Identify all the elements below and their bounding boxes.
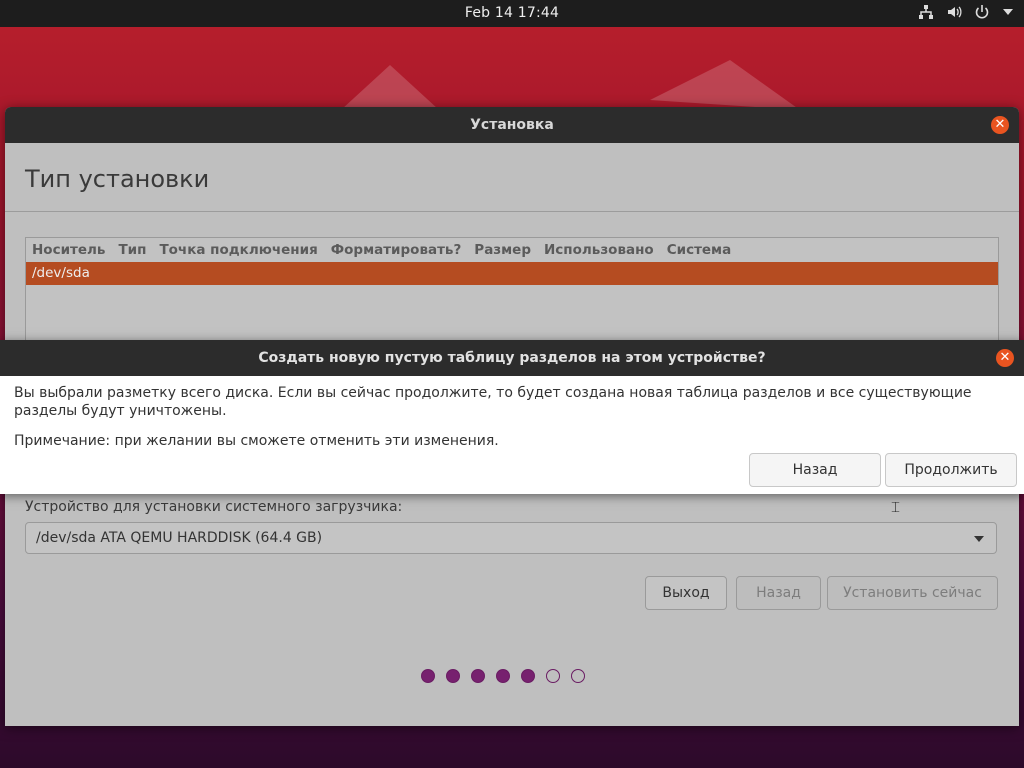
dialog-titlebar[interactable]: Создать новую пустую таблицу разделов на…	[0, 340, 1024, 376]
power-icon[interactable]	[974, 4, 990, 20]
divider	[5, 211, 1019, 212]
dialog-title: Создать новую пустую таблицу разделов на…	[258, 350, 766, 366]
device-cell: /dev/sda	[32, 265, 90, 281]
progress-dot-filled	[521, 669, 535, 683]
volume-icon[interactable]	[946, 4, 962, 20]
window-close-button[interactable]: ✕	[991, 116, 1009, 134]
window-titlebar[interactable]: Установка ✕	[5, 107, 1019, 143]
bootloader-value: /dev/sda ATA QEMU HARDDISK (64.4 GB)	[36, 530, 323, 546]
column-header[interactable]: Тип	[118, 242, 146, 258]
window-title: Установка	[470, 117, 554, 133]
dialog-back-button[interactable]: Назад	[749, 453, 881, 487]
clock[interactable]: Feb 14 17:44	[0, 5, 1024, 21]
menu-down-icon[interactable]	[1002, 6, 1014, 18]
close-icon: ✕	[999, 350, 1011, 365]
progress-dot-filled	[446, 669, 460, 683]
quit-button[interactable]: Выход	[645, 576, 727, 610]
table-row[interactable]: /dev/sda	[26, 262, 998, 285]
progress-dot-filled	[496, 669, 510, 683]
page-title: Тип установки	[25, 165, 210, 193]
dialog-message: Вы выбрали разметку всего диска. Если вы…	[14, 385, 972, 419]
back-button[interactable]: Назад	[736, 576, 821, 610]
progress-dots	[421, 669, 585, 683]
system-tray[interactable]	[918, 4, 1014, 20]
partition-table[interactable]: Носитель Тип Точка подключения Форматиро…	[25, 237, 999, 349]
text-cursor-icon: ⌶	[891, 498, 901, 516]
dropdown-arrow-icon	[974, 536, 984, 542]
close-icon: ✕	[994, 117, 1006, 132]
column-header[interactable]: Использовано	[544, 242, 654, 258]
column-header[interactable]: Точка подключения	[159, 242, 317, 258]
progress-dot-empty	[546, 669, 560, 683]
install-now-button[interactable]: Установить сейчас	[827, 576, 998, 610]
confirm-dialog: Создать новую пустую таблицу разделов на…	[0, 340, 1024, 494]
column-header[interactable]: Форматировать?	[331, 242, 462, 258]
column-header[interactable]: Размер	[474, 242, 531, 258]
progress-dot-filled	[471, 669, 485, 683]
progress-dot-empty	[571, 669, 585, 683]
dialog-note: Примечание: при желании вы сможете отмен…	[14, 433, 499, 449]
dialog-close-button[interactable]: ✕	[996, 349, 1014, 367]
top-bar: Feb 14 17:44	[0, 0, 1024, 27]
bootloader-select[interactable]: /dev/sda ATA QEMU HARDDISK (64.4 GB)	[25, 522, 997, 554]
table-header: Носитель Тип Точка подключения Форматиро…	[26, 238, 998, 262]
bootloader-label: Устройство для установки системного загр…	[25, 499, 403, 515]
progress-dot-filled	[421, 669, 435, 683]
network-icon[interactable]	[918, 4, 934, 20]
column-header[interactable]: Носитель	[32, 242, 105, 258]
column-header[interactable]: Система	[667, 242, 732, 258]
dialog-continue-button[interactable]: Продолжить	[885, 453, 1017, 487]
